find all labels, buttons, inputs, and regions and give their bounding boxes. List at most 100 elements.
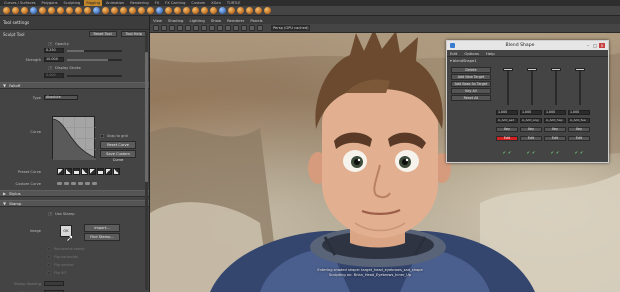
scrollbar-thumb[interactable] (145, 52, 148, 182)
custom-curve-slot[interactable] (64, 182, 69, 185)
viewport-menu-show[interactable]: Show (211, 18, 221, 23)
shelf-tool-icon[interactable] (228, 7, 235, 14)
shelf-tool-icon[interactable] (102, 7, 109, 14)
shelf-tool-icon[interactable] (93, 7, 100, 14)
shelf-tool-icon[interactable] (75, 7, 82, 14)
size-field[interactable]: 0.250 (44, 48, 64, 53)
stamp-section-header[interactable]: ▼ Stamp (0, 200, 149, 207)
shelf-tool-icon[interactable] (120, 7, 127, 14)
preset-curve-5[interactable] (89, 168, 96, 175)
preset-curve-7[interactable] (105, 168, 112, 175)
grid-icon[interactable] (185, 25, 191, 31)
image-plane-icon[interactable] (177, 25, 183, 31)
shelf-tool-icon[interactable] (57, 7, 64, 14)
xray-icon[interactable] (249, 25, 255, 31)
shelf-tool-icon[interactable] (129, 7, 136, 14)
slider-handle[interactable] (575, 68, 585, 71)
target-slider-2[interactable] (520, 67, 544, 107)
blend-action-add-base-as-target-button[interactable]: Add Base As Target (451, 81, 491, 87)
strength-field[interactable]: 10.000 (44, 57, 64, 62)
viewport-menu-renderer[interactable]: Renderer (227, 18, 244, 23)
falloff-curve-graph[interactable] (52, 116, 97, 160)
preset-curve-6[interactable] (97, 168, 104, 175)
shelf-tool-icon[interactable] (237, 7, 244, 14)
shelf-tool-icon[interactable] (12, 7, 19, 14)
viewport-menu-panels[interactable]: Panels (250, 18, 262, 23)
maximize-icon[interactable]: □ (592, 43, 598, 48)
shelf-tool-icon[interactable] (111, 7, 118, 14)
slider-handle[interactable] (551, 68, 561, 71)
blend-action-key-all-button[interactable]: Key All (451, 88, 491, 94)
slider-handle[interactable] (503, 68, 513, 71)
blend-menu-edit[interactable]: Edit (450, 51, 457, 56)
tool-settings-scrollbar[interactable] (145, 32, 148, 290)
check-icon[interactable]: ✔ (580, 150, 583, 155)
film-gate-icon[interactable] (193, 25, 199, 31)
shelf-tool-icon[interactable] (255, 7, 262, 14)
slider-handle[interactable] (527, 68, 537, 71)
preset-curve-1[interactable] (57, 168, 64, 175)
target-key-button[interactable]: Key (544, 127, 566, 132)
target-slider-4[interactable] (568, 67, 592, 107)
custom-curve-slot[interactable] (92, 182, 97, 185)
shelf-tool-icon[interactable] (264, 7, 271, 14)
shelf-tool-icon[interactable] (48, 7, 55, 14)
use-stamp-checkbox[interactable] (48, 211, 52, 216)
shelf-tool-icon[interactable] (192, 7, 199, 14)
shelf-tool-icon[interactable] (201, 7, 208, 14)
preset-curve-3[interactable] (73, 168, 80, 175)
blend-menu-help[interactable]: Help (486, 51, 495, 56)
check-icon[interactable]: ✔ (527, 150, 530, 155)
shelf-tool-icon[interactable] (84, 7, 91, 14)
find-stamp-button[interactable]: Find Stamp... (84, 233, 120, 241)
check-icon[interactable]: ✔ (532, 150, 535, 155)
smooth-shade-icon[interactable] (217, 25, 223, 31)
shelf-tool-icon[interactable] (156, 7, 163, 14)
shelf-tool-icon[interactable] (183, 7, 190, 14)
blend-menu-options[interactable]: Options (464, 51, 479, 56)
shelf-tool-icon[interactable] (39, 7, 46, 14)
shelf-tool-icon[interactable] (138, 7, 145, 14)
select-camera-icon[interactable] (153, 25, 159, 31)
isolate-icon[interactable] (257, 25, 263, 31)
close-icon[interactable]: × (599, 43, 605, 48)
custom-curve-slot[interactable] (57, 182, 62, 185)
reset-curve-button[interactable]: Reset Curve (100, 141, 136, 149)
target-slider-3[interactable] (544, 67, 568, 107)
target-weight-field[interactable]: 1.000 (544, 110, 566, 115)
save-custom-curve-button[interactable]: Save Custom Curve (100, 150, 136, 162)
target-slider-1[interactable] (496, 67, 520, 107)
target-key-button[interactable]: Key (520, 127, 542, 132)
resolution-gate-icon[interactable] (201, 25, 207, 31)
shelf-tool-icon[interactable] (66, 7, 73, 14)
camera-selector[interactable]: Persp (GPU cached) (271, 25, 311, 31)
check-icon[interactable]: ✔ (551, 150, 554, 155)
blend-shape-node-label[interactable]: ▾ blendShape1 (450, 59, 477, 63)
shelf-tool-icon[interactable] (3, 7, 10, 14)
shelf-tool-icon[interactable] (219, 7, 226, 14)
shelf-tool-icon[interactable] (147, 7, 154, 14)
preset-curve-4[interactable] (81, 168, 88, 175)
size-slider[interactable] (67, 49, 122, 52)
minimize-icon[interactable]: – (585, 43, 591, 48)
target-edit-button[interactable]: Edit (544, 136, 566, 141)
shadows-icon[interactable] (241, 25, 247, 31)
snap-checkbox[interactable] (100, 134, 104, 138)
target-key-button[interactable]: Key (496, 127, 518, 132)
target-weight-field[interactable]: 1.000 (496, 110, 518, 115)
check-icon[interactable]: ✔ (503, 150, 506, 155)
target-weight-field[interactable]: 1.000 (568, 110, 590, 115)
check-icon[interactable]: ✔ (575, 150, 578, 155)
bookmark-icon[interactable] (169, 25, 175, 31)
viewport-menu-view[interactable]: View (153, 18, 162, 23)
falloff-section-header[interactable]: ▼ Falloff (0, 82, 149, 89)
target-key-button[interactable]: Key (568, 127, 590, 132)
shelf-tool-icon[interactable] (30, 7, 37, 14)
blend-action-add-new-target-button[interactable]: Add New Target (451, 74, 491, 80)
custom-curve-slot[interactable] (71, 182, 76, 185)
import-stamp-button[interactable]: Import... (84, 224, 120, 232)
strength-slider[interactable] (67, 58, 122, 61)
target-edit-button[interactable]: Edit (520, 136, 542, 141)
reset-tool-button[interactable]: Reset Tool (88, 31, 117, 37)
check-icon[interactable]: ✔ (508, 150, 511, 155)
